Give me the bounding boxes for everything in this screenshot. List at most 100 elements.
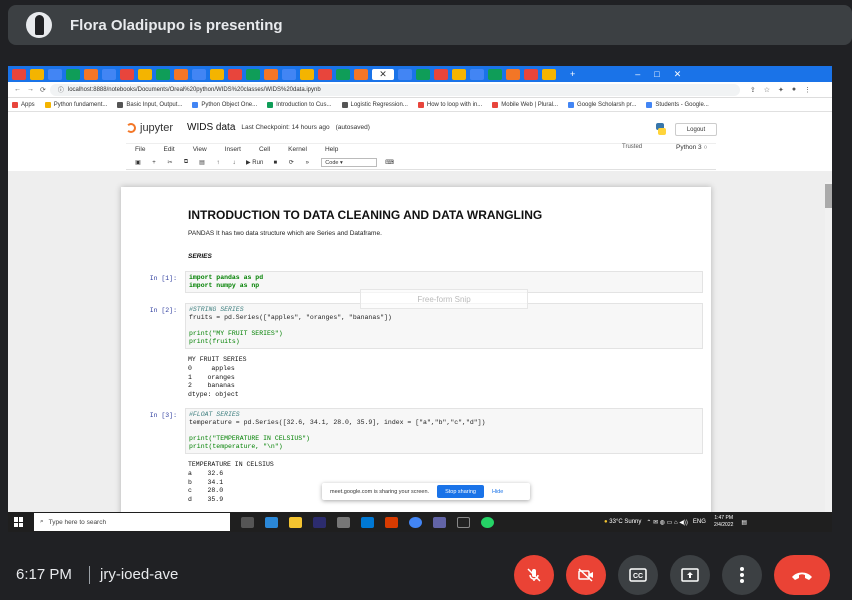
- browser-tab[interactable]: [434, 68, 448, 80]
- trusted-indicator[interactable]: Trusted: [622, 144, 642, 150]
- extensions-icon[interactable]: ✦: [778, 86, 784, 94]
- browser-tab[interactable]: [354, 68, 368, 80]
- active-browser-tab[interactable]: ✕: [372, 68, 394, 80]
- browser-tab[interactable]: [506, 68, 520, 80]
- browser-tab[interactable]: [470, 68, 484, 80]
- browser-tab[interactable]: [318, 68, 332, 80]
- more-options-button[interactable]: [722, 555, 762, 595]
- code-cell[interactable]: #STRING SERIES fruits = pd.Series(["appl…: [185, 303, 703, 349]
- notebook-name[interactable]: WIDS data: [187, 122, 235, 133]
- browser-tab[interactable]: [228, 68, 242, 80]
- stop-sharing-button[interactable]: Stop sharing: [437, 485, 484, 498]
- logout-button[interactable]: Logout: [675, 123, 717, 136]
- browser-tab[interactable]: [138, 68, 152, 80]
- browser-tab[interactable]: [12, 68, 26, 80]
- restart-run-icon[interactable]: »: [303, 160, 311, 166]
- taskbar-clock[interactable]: 1:47 PM 2/4/2022: [714, 515, 733, 529]
- file-explorer-icon[interactable]: [289, 516, 302, 528]
- jupyter-logo[interactable]: jupyter: [126, 122, 173, 134]
- back-icon[interactable]: ←: [14, 86, 21, 93]
- notification-icon[interactable]: ▤: [741, 519, 747, 526]
- restart-icon[interactable]: ⟳: [287, 159, 295, 166]
- code-cell[interactable]: #FLOAT SERIES temperature = pd.Series([3…: [185, 408, 703, 454]
- forward-icon[interactable]: →: [27, 86, 34, 93]
- browser-tab[interactable]: [398, 68, 412, 80]
- browser-tab[interactable]: [336, 68, 350, 80]
- window-close-icon[interactable]: ✕: [674, 69, 682, 80]
- weather-widget[interactable]: ● 33°C Sunny: [604, 519, 641, 525]
- mail-icon[interactable]: [361, 516, 374, 528]
- stop-icon[interactable]: ■: [271, 160, 279, 166]
- menu-cell[interactable]: Cell: [259, 146, 270, 153]
- save-icon[interactable]: ▣: [134, 159, 142, 166]
- taskbar-app-icon[interactable]: [265, 516, 278, 528]
- cell-type-select[interactable]: Code ▾: [321, 158, 378, 167]
- url-input[interactable]: ⓘ localhost:8888/notebooks/Documents/Ore…: [49, 83, 740, 96]
- maximize-icon[interactable]: □: [654, 69, 659, 79]
- tray-icons[interactable]: ⌃ ✉ ◍ ▭ ⌂ ◀)): [646, 519, 688, 526]
- bookmark-item[interactable]: Logistic Regression...: [341, 102, 408, 108]
- browser-tab[interactable]: [264, 68, 278, 80]
- bookmark-item[interactable]: Introduction to Cus...: [267, 102, 332, 108]
- hide-button[interactable]: Hide: [492, 489, 503, 495]
- kernel-indicator[interactable]: Python 3 ○: [676, 144, 707, 151]
- copy-icon[interactable]: ⧉: [182, 159, 190, 166]
- browser-tab[interactable]: [210, 68, 224, 80]
- menu-help[interactable]: Help: [325, 146, 338, 153]
- taskbar-search-input[interactable]: ⌕ Type here to search: [34, 513, 230, 531]
- run-button[interactable]: ▶ Run: [246, 159, 263, 166]
- browser-tab[interactable]: [452, 68, 466, 80]
- browser-tab[interactable]: [416, 68, 430, 80]
- mic-toggle-button[interactable]: [514, 555, 554, 595]
- browser-menu-icon[interactable]: ⋮: [804, 86, 811, 94]
- menu-view[interactable]: View: [193, 146, 207, 153]
- star-icon[interactable]: ☆: [764, 86, 770, 94]
- task-view-icon[interactable]: [241, 516, 254, 528]
- menu-edit[interactable]: Edit: [163, 146, 174, 153]
- taskbar-app-icon[interactable]: [313, 516, 326, 528]
- browser-tab[interactable]: [30, 68, 44, 80]
- move-down-icon[interactable]: ↓: [230, 160, 238, 166]
- chrome-icon[interactable]: [409, 516, 422, 528]
- page-scrollbar-thumb[interactable]: [825, 184, 832, 208]
- reload-icon[interactable]: ⟳: [40, 86, 46, 94]
- captions-button[interactable]: CC: [618, 555, 658, 595]
- bookmark-item[interactable]: Python fundament...: [44, 102, 107, 108]
- bookmark-item[interactable]: Google Scholarsh pr...: [568, 102, 636, 108]
- bookmark-item[interactable]: Apps: [12, 102, 35, 108]
- windows-start-icon[interactable]: [14, 517, 24, 527]
- browser-tab[interactable]: [120, 68, 134, 80]
- minimize-icon[interactable]: –: [635, 69, 640, 79]
- browser-tab[interactable]: [174, 68, 188, 80]
- keyboard-icon[interactable]: ⌨: [385, 159, 394, 166]
- bookmark-item[interactable]: Basic Input, Output...: [117, 102, 182, 108]
- teams-icon[interactable]: [433, 516, 446, 528]
- browser-tab[interactable]: [542, 68, 556, 80]
- language-indicator[interactable]: ENG: [693, 519, 706, 525]
- browser-tab[interactable]: [156, 68, 170, 80]
- browser-tab[interactable]: [192, 68, 206, 80]
- browser-tab[interactable]: [48, 68, 62, 80]
- new-tab-icon[interactable]: +: [570, 69, 575, 79]
- bookmark-item[interactable]: Python Object One...: [192, 102, 257, 108]
- paste-icon[interactable]: ▤: [198, 159, 206, 166]
- bookmark-item[interactable]: How to loop with in...: [417, 102, 482, 108]
- menu-kernel[interactable]: Kernel: [288, 146, 307, 153]
- browser-tab[interactable]: [84, 68, 98, 80]
- cut-icon[interactable]: ✂: [166, 159, 174, 166]
- browser-tab[interactable]: [66, 68, 80, 80]
- terminal-icon[interactable]: [457, 516, 470, 528]
- browser-tab[interactable]: [300, 68, 314, 80]
- whatsapp-icon[interactable]: [481, 516, 494, 528]
- profile-icon[interactable]: ●: [792, 86, 796, 93]
- share-icon[interactable]: ⇪: [750, 86, 756, 94]
- page-scrollbar[interactable]: [825, 182, 832, 532]
- bookmark-item[interactable]: Students - Google...: [646, 102, 709, 108]
- menu-insert[interactable]: Insert: [225, 146, 241, 153]
- leave-call-button[interactable]: [774, 555, 830, 595]
- menu-file[interactable]: File: [135, 146, 145, 153]
- taskbar-app-icon[interactable]: [337, 516, 350, 528]
- insert-cell-icon[interactable]: +: [150, 160, 158, 166]
- browser-tab[interactable]: [282, 68, 296, 80]
- camera-toggle-button[interactable]: [566, 555, 606, 595]
